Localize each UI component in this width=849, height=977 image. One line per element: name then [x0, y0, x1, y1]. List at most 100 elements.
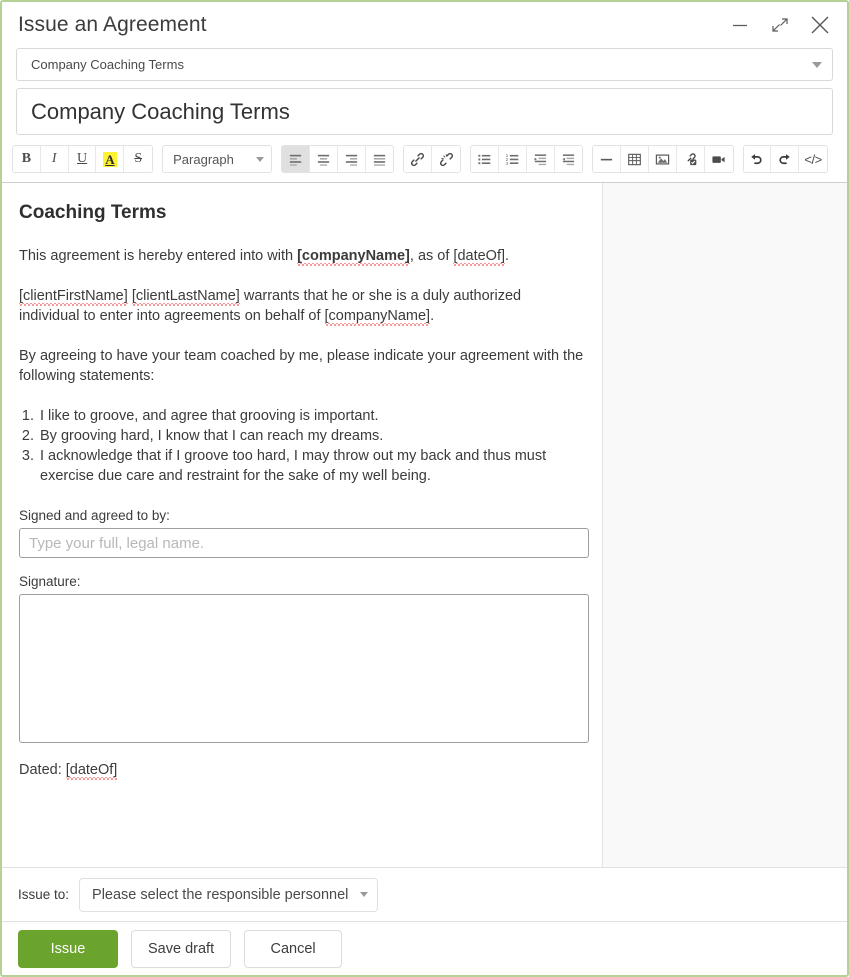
- restore-button[interactable]: [767, 12, 793, 38]
- horizontal-rule-icon: [601, 158, 613, 160]
- numbered-list-icon: 1 2 3: [505, 152, 519, 165]
- dated-line: Dated: [dateOf]: [19, 762, 585, 778]
- signature-canvas[interactable]: [19, 594, 589, 743]
- link-icon: [411, 152, 425, 166]
- dialog-title: Issue an Agreement: [18, 13, 207, 36]
- numbered-list-button[interactable]: 1 2 3: [498, 146, 527, 172]
- table-icon: [628, 153, 641, 165]
- merge-token-dateof: [dateOf]: [453, 248, 506, 264]
- align-center-icon: [317, 154, 329, 166]
- paragraph-style-select[interactable]: Paragraph: [162, 145, 273, 173]
- issue-to-row: Issue to: Please select the responsible …: [2, 867, 847, 921]
- align-justify-button[interactable]: [365, 146, 394, 172]
- insert-link-button[interactable]: [404, 146, 433, 172]
- save-draft-button[interactable]: Save draft: [131, 929, 232, 968]
- issue-button[interactable]: Issue: [18, 929, 118, 968]
- signed-by-label: Signed and agreed to by:: [19, 508, 170, 523]
- list-group: 1 2 3: [470, 145, 584, 173]
- bold-icon: B: [21, 151, 32, 166]
- issue-agreement-dialog: Issue an Agreement Company Coaching Term…: [0, 0, 849, 977]
- insert-table-button[interactable]: [621, 146, 650, 172]
- decrease-indent-button[interactable]: [554, 146, 583, 172]
- insert-merge-field-button[interactable]: [676, 146, 705, 172]
- document-paragraph-3: By agreeing to have your team coached by…: [19, 348, 584, 384]
- alignment-group: [281, 145, 395, 173]
- paragraph-1-text-a: This agreement is hereby entered into wi…: [19, 248, 298, 264]
- editor-toolbar: B I U A S Paragraph 1 2 3 </>: [12, 144, 837, 174]
- strikethrough-icon: S: [134, 151, 143, 166]
- source-code-button[interactable]: </>: [799, 146, 827, 172]
- merge-token-dateof-2: [dateOf]: [65, 762, 118, 778]
- paragraph-1-text-c: .: [505, 248, 510, 264]
- paragraph-style-value: Paragraph: [173, 151, 234, 167]
- svg-text:3: 3: [505, 160, 508, 165]
- collapse-icon: [772, 18, 788, 32]
- redo-button[interactable]: [771, 146, 800, 172]
- highlight-color-button[interactable]: A: [96, 146, 125, 172]
- template-select-value: Company Coaching Terms: [31, 57, 184, 72]
- redo-icon: [779, 153, 790, 164]
- image-icon: [655, 153, 670, 165]
- undo-button[interactable]: [743, 146, 772, 172]
- close-icon: [811, 16, 829, 34]
- chevron-down-icon: [256, 156, 265, 162]
- cancel-button[interactable]: Cancel: [244, 929, 343, 968]
- remove-link-button[interactable]: [432, 146, 461, 172]
- minimize-button[interactable]: [727, 12, 753, 38]
- insert-image-button[interactable]: [649, 146, 677, 172]
- list-item: By grooving hard, I know that I can reac…: [38, 426, 585, 446]
- text-highlight-icon: A: [103, 151, 117, 167]
- merge-token-companyname: [companyName]: [297, 248, 410, 264]
- signed-by-input[interactable]: Type your full, legal name.: [19, 528, 589, 558]
- link-group: [403, 145, 462, 173]
- chevron-down-icon: [812, 61, 822, 68]
- agreement-title-input[interactable]: Company Coaching Terms: [16, 88, 833, 135]
- align-justify-icon: [373, 154, 386, 166]
- italic-button[interactable]: I: [40, 146, 69, 172]
- issue-to-select-value: Please select the responsible personnel: [92, 886, 349, 903]
- signature-label: Signature:: [19, 574, 81, 589]
- list-item: I acknowledge that if I groove too hard,…: [38, 446, 585, 486]
- align-right-icon: [345, 154, 357, 166]
- merge-token-companyname-2: [companyName]: [324, 308, 431, 324]
- list-item: I like to groove, and agree that groovin…: [38, 406, 585, 426]
- bold-button[interactable]: B: [13, 146, 41, 172]
- insert-video-button[interactable]: [704, 146, 733, 172]
- align-center-button[interactable]: [309, 146, 338, 172]
- paragraph-1-text-b: , as of: [409, 248, 454, 264]
- undo-icon: [751, 153, 762, 164]
- strikethrough-button[interactable]: S: [124, 146, 153, 172]
- bulleted-list-icon: [478, 154, 491, 164]
- issue-to-label: Issue to:: [18, 887, 70, 902]
- dialog-titlebar: Issue an Agreement: [2, 2, 847, 48]
- underline-button[interactable]: U: [68, 146, 97, 172]
- editor-margin-area: [603, 183, 847, 867]
- history-group: </>: [742, 145, 828, 173]
- align-left-button[interactable]: [282, 146, 310, 172]
- issue-to-select[interactable]: Please select the responsible personnel: [79, 877, 379, 912]
- agreement-statement-list: I like to groove, and agree that groovin…: [19, 406, 585, 486]
- align-right-button[interactable]: [337, 146, 366, 172]
- document-heading: Coaching Terms: [19, 202, 167, 223]
- increase-indent-button[interactable]: [526, 146, 555, 172]
- text-format-group: B I U A S: [12, 145, 154, 173]
- close-button[interactable]: [807, 12, 833, 38]
- template-select[interactable]: Company Coaching Terms: [16, 48, 833, 81]
- bulleted-list-button[interactable]: [471, 146, 499, 172]
- chevron-down-icon: [360, 892, 369, 897]
- horizontal-rule-button[interactable]: [593, 146, 622, 172]
- document-paragraph-1: This agreement is hereby entered into wi…: [19, 246, 585, 266]
- agreement-title-value: Company Coaching Terms: [31, 98, 290, 124]
- signed-by-placeholder: Type your full, legal name.: [29, 534, 205, 552]
- underline-icon: U: [77, 151, 88, 166]
- window-controls: [727, 12, 833, 38]
- unlink-icon: [439, 152, 453, 166]
- indent-icon: [534, 153, 546, 165]
- merge-field-icon: [687, 152, 697, 165]
- document-page[interactable]: Coaching Terms This agreement is hereby …: [2, 183, 603, 867]
- paragraph-2-text-b: .: [430, 308, 435, 324]
- outdent-icon: [562, 153, 575, 165]
- italic-icon: I: [51, 151, 57, 166]
- code-icon: </>: [804, 151, 822, 167]
- dated-prefix: Dated:: [19, 762, 66, 778]
